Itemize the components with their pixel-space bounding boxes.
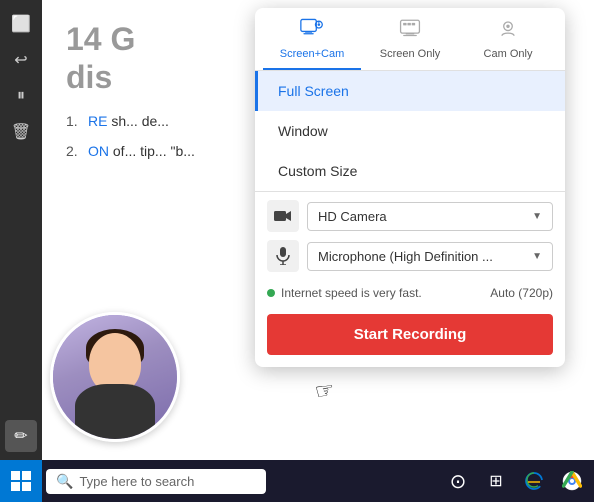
person-body — [75, 384, 155, 439]
tab-screen-cam-label: Screen+Cam — [280, 48, 345, 60]
microphone-row: Microphone (High Definition ... ▼ — [267, 240, 553, 272]
screen-only-icon — [398, 18, 422, 44]
microphone-arrow: ▼ — [532, 251, 542, 262]
sidebar-icon-edit[interactable]: ✏ — [5, 420, 37, 452]
edge-icon — [524, 471, 544, 491]
speed-text: Internet speed is very fast. — [281, 286, 422, 300]
camera-arrow: ▼ — [532, 211, 542, 222]
taskbar-search-box[interactable]: 🔍 Type here to search — [46, 469, 266, 494]
webcam-preview — [50, 312, 180, 442]
camera-row: HD Camera ▼ — [267, 200, 553, 232]
device-section: HD Camera ▼ Microphone (High Definition … — [255, 200, 565, 272]
person-face — [53, 315, 177, 439]
sidebar-icon-square[interactable]: ⬜ — [5, 8, 37, 40]
windows-logo-icon — [11, 471, 31, 491]
camera-select[interactable]: HD Camera ▼ — [307, 202, 553, 231]
option-custom-size[interactable]: Custom Size — [255, 151, 565, 191]
tab-screen-only-label: Screen Only — [380, 48, 441, 60]
heading-text2: dis — [66, 59, 112, 95]
recording-popup: Screen+Cam Screen Only — [255, 8, 565, 367]
taskbar-edge-btn[interactable] — [516, 463, 552, 499]
mode-tabs: Screen+Cam Screen Only — [255, 8, 565, 71]
taskbar-search-placeholder: Type here to search — [79, 474, 194, 489]
sidebar-icon-delete[interactable]: 🗑 — [5, 116, 37, 148]
speed-indicator — [267, 289, 275, 297]
quality-badge: Auto (720p) — [490, 286, 553, 300]
microphone-select[interactable]: Microphone (High Definition ... ▼ — [307, 242, 553, 271]
cam-only-icon — [496, 18, 520, 44]
tab-cam-only[interactable]: Cam Only — [459, 8, 557, 70]
sidebar-icon-undo[interactable]: ↩ — [5, 44, 37, 76]
taskbar: 🔍 Type here to search ⊙ ⊞ — [0, 460, 594, 502]
taskbar-right: ⊙ ⊞ — [440, 463, 594, 499]
status-left: Internet speed is very fast. — [267, 286, 422, 300]
sidebar-icon-pause[interactable]: ⏸ — [5, 80, 37, 112]
search-icon: 🔍 — [56, 473, 73, 490]
tab-screen-only[interactable]: Screen Only — [361, 8, 459, 70]
chrome-icon — [562, 471, 582, 491]
camera-icon — [274, 209, 292, 223]
camera-icon-box — [267, 200, 299, 232]
status-bar: Internet speed is very fast. Auto (720p) — [255, 280, 565, 306]
heading-text: 14 G — [66, 21, 135, 57]
option-window[interactable]: Window — [255, 111, 565, 151]
microphone-icon — [276, 247, 290, 265]
start-menu-button[interactable] — [0, 460, 42, 502]
microphone-icon-box — [267, 240, 299, 272]
start-recording-button[interactable]: Start Recording — [267, 314, 553, 355]
tab-screen-cam[interactable]: Screen+Cam — [263, 8, 361, 70]
taskbar-multitask-btn[interactable]: ⊞ — [478, 463, 514, 499]
divider-1 — [255, 191, 565, 192]
sidebar: ⬜ ↩ ⏸ 🗑 ✏ — [0, 0, 42, 460]
taskbar-search-btn[interactable]: ⊙ — [440, 463, 476, 499]
tab-cam-only-label: Cam Only — [484, 48, 533, 60]
screen-cam-icon — [300, 18, 324, 44]
option-full-screen[interactable]: Full Screen — [255, 71, 565, 111]
taskbar-chrome-btn[interactable] — [554, 463, 590, 499]
screen-options: Full Screen Window Custom Size — [255, 71, 565, 191]
